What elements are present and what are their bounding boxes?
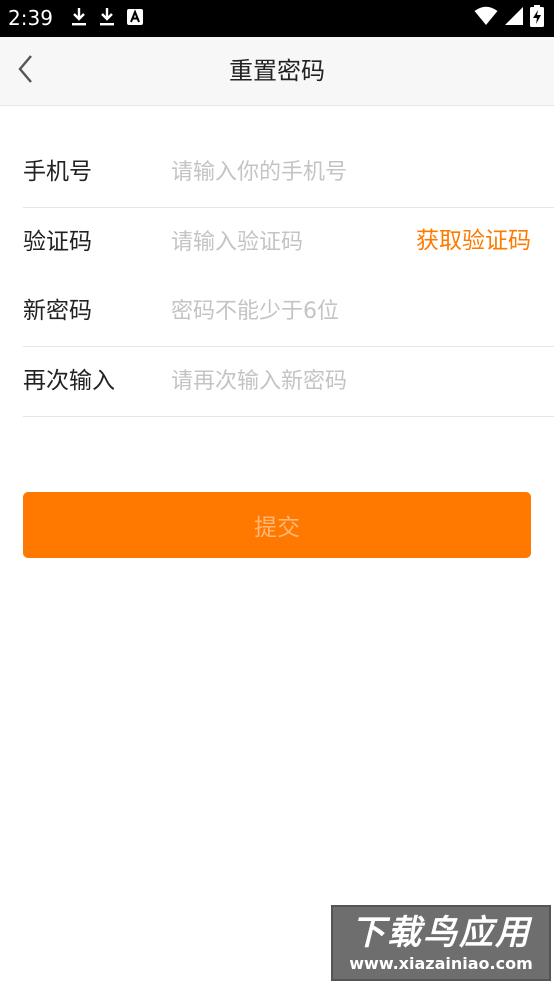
- keyboard-a-icon: [126, 8, 144, 30]
- watermark-logo: 下载鸟应用 www.xiazainiao.com: [331, 905, 551, 981]
- phone-label: 手机号: [23, 159, 92, 185]
- wifi-icon: [474, 6, 498, 30]
- chevron-left-icon: [16, 54, 36, 88]
- new-password-input[interactable]: [171, 289, 541, 333]
- watermark-title: 下载鸟应用: [351, 913, 531, 953]
- status-time: 2:39: [8, 6, 53, 30]
- toolbar: 重置密码: [0, 37, 554, 106]
- notification-icons: [70, 7, 144, 31]
- new-password-label: 新密码: [23, 298, 92, 324]
- signal-icon: [504, 6, 524, 30]
- reset-password-form: 手机号 验证码 获取验证码 新密码 再次输入: [0, 138, 554, 417]
- code-row: 验证码 获取验证码: [23, 208, 554, 277]
- new-password-row: 新密码: [23, 277, 554, 347]
- phone-input[interactable]: [171, 150, 541, 194]
- get-code-button[interactable]: 获取验证码: [416, 208, 531, 277]
- system-icons: [474, 5, 544, 31]
- download-icon: [98, 7, 116, 31]
- code-label: 验证码: [23, 229, 92, 255]
- phone-row: 手机号: [23, 138, 554, 208]
- code-input[interactable]: [171, 220, 401, 264]
- status-bar: 2:39: [0, 0, 554, 37]
- back-button[interactable]: [6, 51, 46, 91]
- page-title: 重置密码: [229, 57, 325, 85]
- confirm-password-input[interactable]: [171, 359, 541, 403]
- confirm-password-label: 再次输入: [23, 368, 115, 394]
- download-icon: [70, 7, 88, 31]
- submit-button[interactable]: 提交: [23, 492, 531, 558]
- battery-charging-icon: [530, 5, 544, 31]
- watermark-url: www.xiazainiao.com: [349, 954, 533, 973]
- confirm-password-row: 再次输入: [23, 347, 554, 417]
